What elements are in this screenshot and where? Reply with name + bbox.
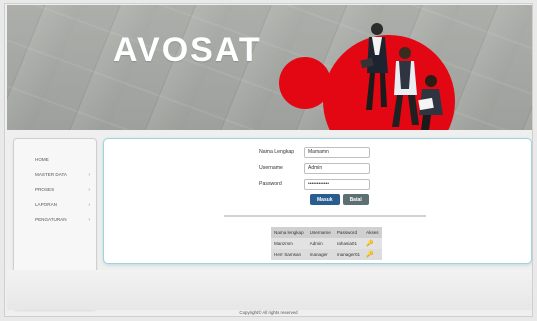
column-header: Password [333,227,364,238]
footer-copyright: Copyright© All rights reserved [239,310,298,315]
fullname-label: Nama Lengkap [259,149,295,155]
chevron-right-icon: › [88,201,90,208]
content-background [7,270,532,310]
key-icon[interactable]: 🔑 [366,251,373,258]
app-window: AVOSAT HOME MASTER DATA › PROSES › LAPOR… [4,3,533,317]
fullname-row: Nama Lengkap [259,145,459,159]
table-row: Manzmm Admin rahasia01 🔑 [271,238,382,249]
username-row: Username [259,161,459,175]
sidebar-item-label: PENGATURAN [35,217,67,222]
sidebar-item-label: MASTER DATA [35,172,67,177]
column-header: Username [306,227,334,238]
column-header: Nama lengkap [271,227,307,238]
table-cell: manager01 [336,252,361,257]
table-cell: 🔑 [363,249,382,260]
chevron-right-icon: › [88,171,90,178]
chevron-right-icon: › [88,216,90,223]
table-cell: manager [309,252,328,257]
login-button[interactable]: Masuk [310,194,340,205]
password-field[interactable] [304,178,370,190]
sidebar-item-laporan[interactable]: LAPORAN › [14,197,96,212]
column-header: Akses [363,227,382,238]
sidebar-item-master-data[interactable]: MASTER DATA › [14,167,96,182]
cancel-button[interactable]: Batal [342,194,369,205]
sidebar-item-label: PROSES [35,187,55,192]
password-row: Password [259,177,459,191]
username-label: Username [259,165,283,171]
sidebar-item-proses[interactable]: PROSES › [14,182,96,197]
table-row: Herr Samsan manager manager01 🔑 [271,249,382,260]
key-icon[interactable]: 🔑 [366,240,373,247]
app-logo: AVOSAT [113,31,262,69]
form-actions: Masuk Batal [310,194,459,205]
header-banner: AVOSAT [7,5,532,130]
sidebar-item-pengaturan[interactable]: PENGATURAN › [14,212,96,227]
table-cell: Admin [306,238,334,249]
business-people-image [360,23,443,130]
username-field[interactable] [304,162,370,174]
divider [224,215,426,217]
table-cell: rahasia01 [333,238,364,249]
sidebar-item-label: LAPORAN [35,202,57,207]
table-cell: Manzmm [271,238,307,249]
sidebar-item-label: HOME [35,157,49,162]
password-label: Password [259,181,282,187]
login-form: Nama Lengkap Username Password Masuk Bat… [259,145,459,205]
credentials-table: Nama lengkap Username Password Akses Man… [271,227,382,260]
table-cell: Herr Samsan [274,252,302,257]
table-header-row: Nama lengkap Username Password Akses [271,227,382,238]
table-cell: 🔑 [363,238,382,249]
sidebar-item-home[interactable]: HOME [14,152,96,167]
login-panel: Nama Lengkap Username Password Masuk Bat… [103,138,532,264]
chevron-right-icon: › [88,186,90,193]
fullname-field[interactable] [304,146,370,158]
